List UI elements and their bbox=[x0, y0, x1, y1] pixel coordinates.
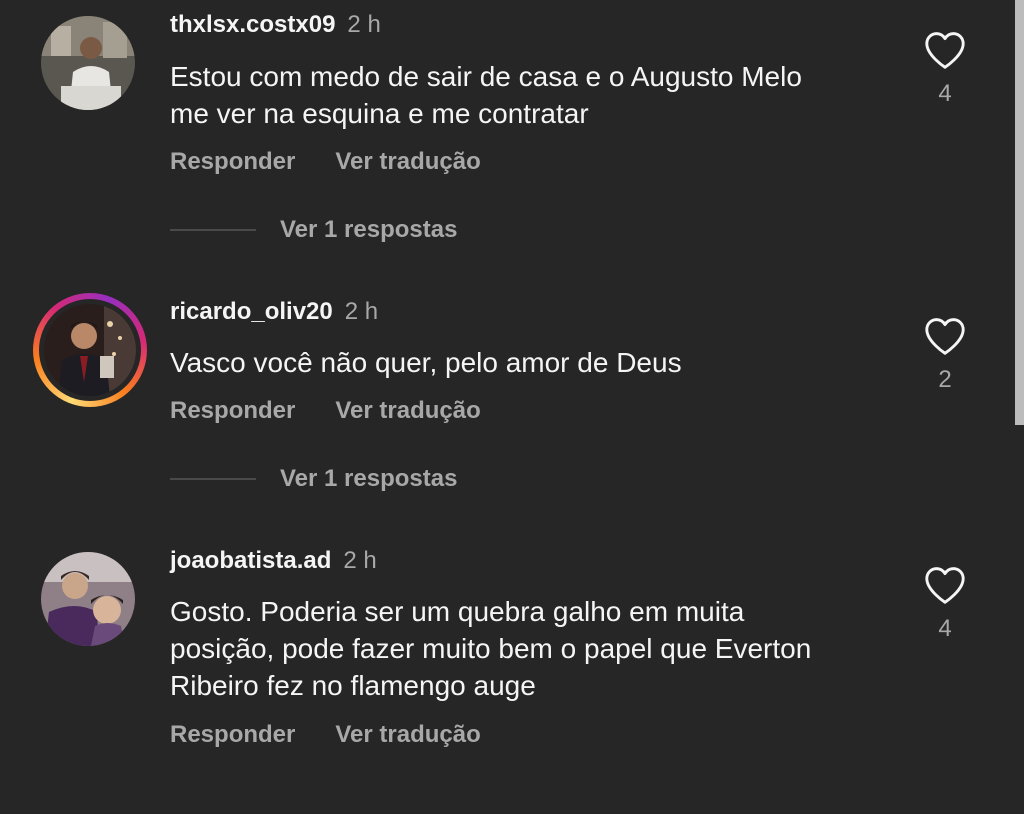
avatar-photo-icon bbox=[41, 16, 135, 110]
scrollbar[interactable] bbox=[1015, 0, 1024, 425]
username[interactable]: ricardo_oliv20 bbox=[170, 298, 333, 325]
see-translation-button[interactable]: Ver tradução bbox=[335, 397, 480, 424]
comment-actions: Responder Ver tradução bbox=[170, 721, 481, 749]
comment-header: ricardo_oliv20 2 h bbox=[170, 298, 378, 326]
avatar bbox=[44, 304, 136, 396]
like-section: 2 bbox=[920, 316, 970, 394]
avatar-photo-icon bbox=[44, 304, 136, 396]
comment-text-line: me ver na esquina e me contratar bbox=[170, 98, 589, 129]
comment-actions: Responder Ver tradução bbox=[170, 148, 481, 176]
timestamp: 2 h bbox=[344, 298, 379, 325]
reply-button[interactable]: Responder bbox=[170, 397, 295, 424]
heart-outline-icon[interactable] bbox=[923, 316, 967, 356]
like-count: 2 bbox=[938, 366, 952, 393]
see-translation-button[interactable]: Ver tradução bbox=[335, 721, 480, 748]
reply-button[interactable]: Responder bbox=[170, 148, 295, 175]
view-replies[interactable]: Ver 1 respostas bbox=[170, 465, 457, 493]
comment-text: Estou com medo de sair de casa e o Augus… bbox=[170, 58, 910, 132]
heart-outline-icon[interactable] bbox=[923, 30, 967, 70]
comment-text: Gosto. Poderia ser um quebra galho em mu… bbox=[170, 593, 910, 704]
comment-text-line: posição, pode fazer muito bem o papel qu… bbox=[170, 633, 812, 664]
avatar[interactable] bbox=[41, 16, 135, 110]
avatar[interactable] bbox=[41, 552, 135, 646]
comment-actions: Responder Ver tradução bbox=[170, 397, 481, 425]
replies-divider bbox=[170, 229, 256, 231]
comment-text-line: Estou com medo de sair de casa e o Augus… bbox=[170, 61, 802, 92]
timestamp: 2 h bbox=[343, 547, 377, 574]
comments-panel: thxlsx.costx09 2 h Estou com medo de sair… bbox=[0, 0, 1024, 814]
like-section: 4 bbox=[920, 565, 970, 643]
view-replies-button[interactable]: Ver 1 respostas bbox=[280, 216, 457, 244]
timestamp: 2 h bbox=[347, 11, 381, 38]
comment-text-line: Gosto. Poderia ser um quebra galho em mu… bbox=[170, 596, 745, 627]
avatar-with-story-ring[interactable] bbox=[33, 293, 147, 407]
view-replies[interactable]: Ver 1 respostas bbox=[170, 216, 457, 244]
avatar-photo-icon bbox=[41, 552, 135, 646]
comment-text-line: Vasco você não quer, pelo amor de Deus bbox=[170, 347, 682, 378]
username[interactable]: joaobatista.ad bbox=[170, 547, 331, 574]
replies-divider bbox=[170, 478, 256, 480]
comment-text-line: Ribeiro fez no flamengo auge bbox=[170, 670, 536, 701]
comment-header: joaobatista.ad 2 h bbox=[170, 547, 377, 575]
like-section: 4 bbox=[920, 30, 970, 108]
like-count: 4 bbox=[938, 615, 952, 642]
comment-text: Vasco você não quer, pelo amor de Deus bbox=[170, 344, 910, 381]
reply-button[interactable]: Responder bbox=[170, 721, 295, 748]
heart-outline-icon[interactable] bbox=[923, 565, 967, 605]
username[interactable]: thxlsx.costx09 bbox=[170, 11, 335, 38]
like-count: 4 bbox=[938, 80, 952, 107]
comment-header: thxlsx.costx09 2 h bbox=[170, 11, 381, 39]
see-translation-button[interactable]: Ver tradução bbox=[335, 148, 480, 175]
view-replies-button[interactable]: Ver 1 respostas bbox=[280, 465, 457, 493]
